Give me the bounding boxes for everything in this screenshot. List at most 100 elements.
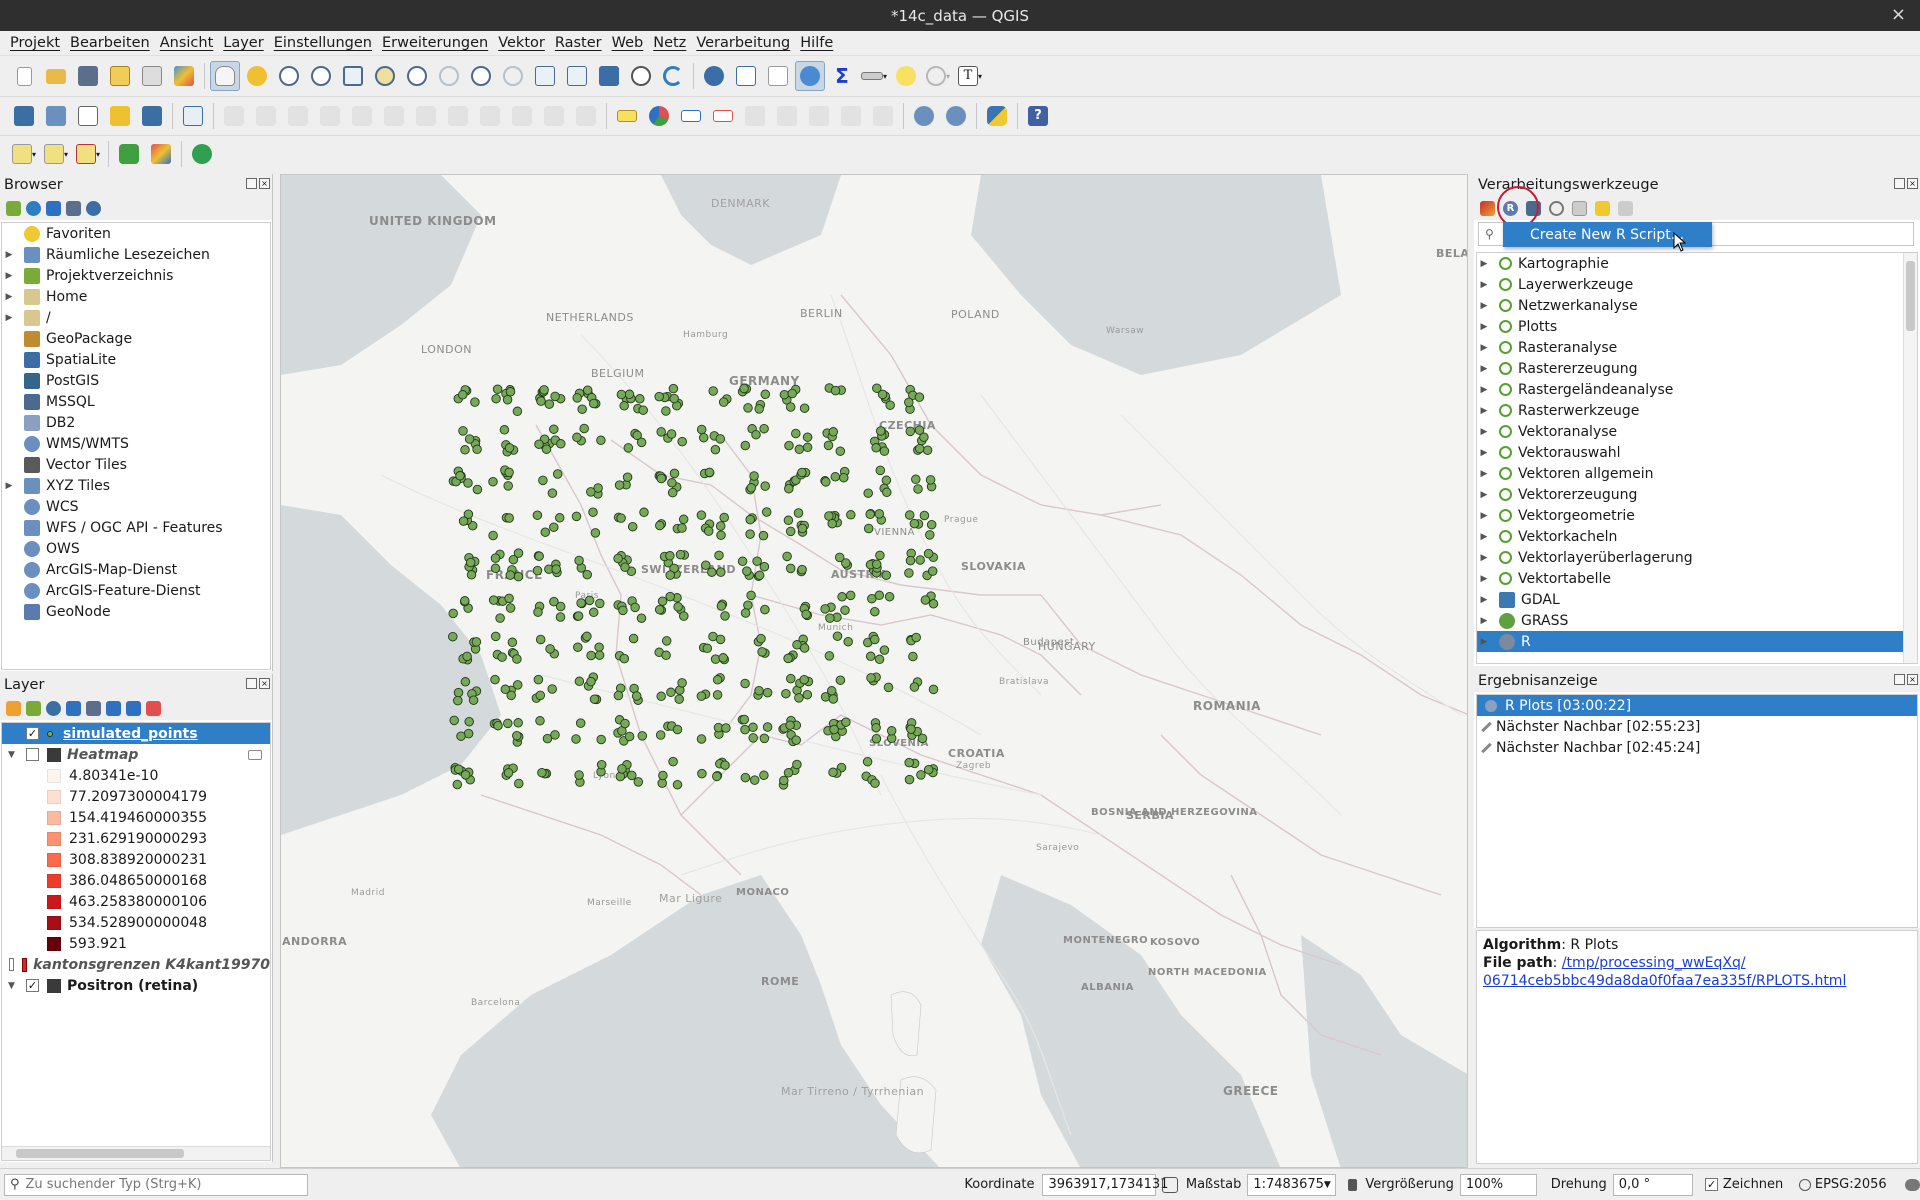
browser-item[interactable]: WFS / OGC API - Features — [2, 517, 270, 538]
collapse-arrow-icon[interactable]: ▼ — [8, 750, 18, 760]
style-manager-icon[interactable] — [169, 61, 199, 91]
magnifier-field[interactable]: 100% — [1459, 1173, 1537, 1196]
layer-row-kantonsgrenzen[interactable]: kantonsgrenzen K4kant19970 — [2, 954, 270, 975]
result-item[interactable]: R Plots [03:00:22] — [1477, 695, 1917, 716]
expand-arrow-icon[interactable]: ▶ — [1477, 343, 1491, 353]
add-point-icon[interactable] — [315, 101, 345, 131]
layer-visibility-checkbox[interactable] — [8, 958, 14, 971]
expand-arrow-icon[interactable]: ▶ — [1477, 385, 1491, 395]
layer-indicator-icon[interactable] — [248, 749, 262, 760]
new-print-layout-icon[interactable] — [105, 61, 135, 91]
cut-features-icon[interactable] — [443, 101, 473, 131]
toolbox-group-vektorerzeugung[interactable]: ▶ Vektorerzeugung — [1477, 484, 1903, 505]
copy-features-icon[interactable] — [475, 101, 505, 131]
coordinate-field[interactable]: 3963917,1734131 — [1042, 1173, 1168, 1196]
browser-item[interactable]: ▶ XYZ Tiles — [2, 475, 270, 496]
toggle-processing-toolbox-icon[interactable] — [795, 61, 825, 91]
toolbox-group-gdal[interactable]: ▶ GDAL — [1477, 589, 1903, 610]
undo-icon[interactable] — [539, 101, 569, 131]
toggle-extents-icon[interactable] — [1162, 1176, 1178, 1193]
move-diagram-icon[interactable] — [868, 101, 898, 131]
layer-row-simulated-points[interactable]: ✓ simulated_points — [2, 723, 270, 744]
expand-arrow-icon[interactable]: ▶ — [2, 250, 16, 260]
plugin-icon[interactable] — [146, 139, 176, 169]
edit-features-in-place-icon[interactable] — [1595, 200, 1610, 216]
horizontal-scrollbar[interactable] — [2, 1146, 270, 1160]
browser-item[interactable]: Vector Tiles — [2, 454, 270, 475]
menu-erweiterungen[interactable]: Erweiterungen — [378, 35, 492, 51]
zoom-full-icon[interactable] — [338, 61, 368, 91]
window-close-icon[interactable]: × — [1891, 4, 1906, 25]
browser-item[interactable]: ▶ Räumliche Lesezeichen — [2, 244, 270, 265]
browser-item[interactable]: ▶ Projektverzeichnis — [2, 265, 270, 286]
toolbox-group-rasterwerkzeuge[interactable]: ▶ Rasterwerkzeuge — [1477, 400, 1903, 421]
pin-labels-icon[interactable] — [676, 101, 706, 131]
pan-to-selection-icon[interactable] — [242, 61, 272, 91]
locate-icon[interactable]: ▾ — [923, 61, 953, 91]
menu-web[interactable]: Web — [608, 35, 648, 51]
python-console-icon[interactable] — [982, 101, 1012, 131]
filepath-link-1[interactable]: /tmp/processing_wwEqXq/ — [1562, 955, 1746, 971]
vertical-scrollbar[interactable] — [1903, 253, 1917, 663]
pan-map-icon[interactable] — [210, 61, 240, 91]
browser-item[interactable]: Favoriten — [2, 223, 270, 244]
layer-row-positron[interactable]: ▼ ✓ Positron (retina) — [2, 975, 270, 996]
open-layer-styling-icon[interactable] — [6, 700, 21, 716]
identify-features-icon[interactable] — [699, 61, 729, 91]
refresh-icon[interactable] — [26, 200, 41, 216]
scale-field[interactable]: 1:7483675 ▼ — [1247, 1173, 1336, 1196]
toolbox-group-vektorkacheln[interactable]: ▶ Vektorkacheln — [1477, 526, 1903, 547]
save-edits-icon[interactable] — [283, 101, 313, 131]
expand-arrow-icon[interactable]: ▶ — [2, 481, 16, 491]
toolbox-group-netzwerkanalyse[interactable]: ▶ Netzwerkanalyse — [1477, 295, 1903, 316]
toolbox-group-grass[interactable]: ▶ GRASS — [1477, 610, 1903, 631]
toggle-editing-icon[interactable] — [251, 101, 281, 131]
open-project-icon[interactable] — [41, 61, 71, 91]
toolbox-group-vektoren allgemein[interactable]: ▶ Vektoren allgemein — [1477, 463, 1903, 484]
map-canvas[interactable]: UNITED KINGDOM LONDON NETHERLANDS BELGIUM GE… — [280, 174, 1468, 1168]
toolbox-group-vektorgeometrie[interactable]: ▶ Vektorgeometrie — [1477, 505, 1903, 526]
zoom-native-icon[interactable] — [434, 61, 464, 91]
move-label-icon[interactable] — [740, 101, 770, 131]
toolbox-group-vektorauswahl[interactable]: ▶ Vektorauswahl — [1477, 442, 1903, 463]
expand-arrow-icon[interactable]: ▶ — [1477, 406, 1491, 416]
expand-arrow-icon[interactable]: ▶ — [1477, 469, 1491, 479]
zoom-to-selection-icon[interactable] — [370, 61, 400, 91]
share-icon[interactable] — [187, 139, 217, 169]
menu-netz[interactable]: Netz — [649, 35, 690, 51]
temporal-controller-icon[interactable] — [626, 61, 656, 91]
toolbox-group-layerwerkzeuge[interactable]: ▶ Layerwerkzeuge — [1477, 274, 1903, 295]
new-map-view-icon[interactable] — [530, 61, 560, 91]
metasearch-icon[interactable] — [909, 101, 939, 131]
rotation-field[interactable]: 0,0 ° — [1612, 1173, 1694, 1196]
menu-bearbeiten[interactable]: Bearbeiten — [66, 35, 154, 51]
close-panel-icon[interactable]: × — [259, 678, 270, 689]
save-project-icon[interactable] — [73, 61, 103, 91]
menu-hilfe[interactable]: Hilfe — [796, 35, 837, 51]
options-icon[interactable] — [1618, 200, 1633, 216]
menu-vektor[interactable]: Vektor — [494, 35, 549, 51]
filter-legend-icon[interactable] — [66, 700, 81, 716]
menu-projekt[interactable]: Projekt — [6, 35, 64, 51]
result-item[interactable]: Nächster Nachbar [02:55:23] — [1477, 716, 1917, 737]
add-group-icon[interactable] — [26, 700, 41, 716]
render-checkbox[interactable]: ✓ — [1705, 1178, 1718, 1191]
expand-arrow-icon[interactable]: ▶ — [1477, 427, 1491, 437]
menu-raster[interactable]: Raster — [551, 35, 606, 51]
properties-icon[interactable] — [86, 200, 101, 216]
expand-arrow-icon[interactable]: ▶ — [1477, 364, 1491, 374]
layer-row-heatmap[interactable]: ▼ Heatmap — [2, 744, 270, 765]
new-geopackage-layer-icon[interactable] — [41, 101, 71, 131]
expand-arrow-icon[interactable]: ▶ — [1477, 637, 1491, 647]
layer-diagram-icon[interactable] — [644, 101, 674, 131]
collapse-all-icon[interactable] — [66, 200, 81, 216]
history-icon[interactable] — [1549, 200, 1564, 216]
new-temp-layer-icon[interactable] — [105, 101, 135, 131]
expand-arrow-icon[interactable]: ▶ — [2, 271, 16, 281]
digitize-icon[interactable] — [178, 101, 208, 131]
redo-icon[interactable] — [571, 101, 601, 131]
close-panel-icon[interactable]: × — [1907, 178, 1918, 189]
map-tips-icon[interactable] — [891, 61, 921, 91]
new-shapefile-layer-icon[interactable] — [73, 101, 103, 131]
select-features-icon[interactable]: ▾ — [9, 139, 39, 169]
